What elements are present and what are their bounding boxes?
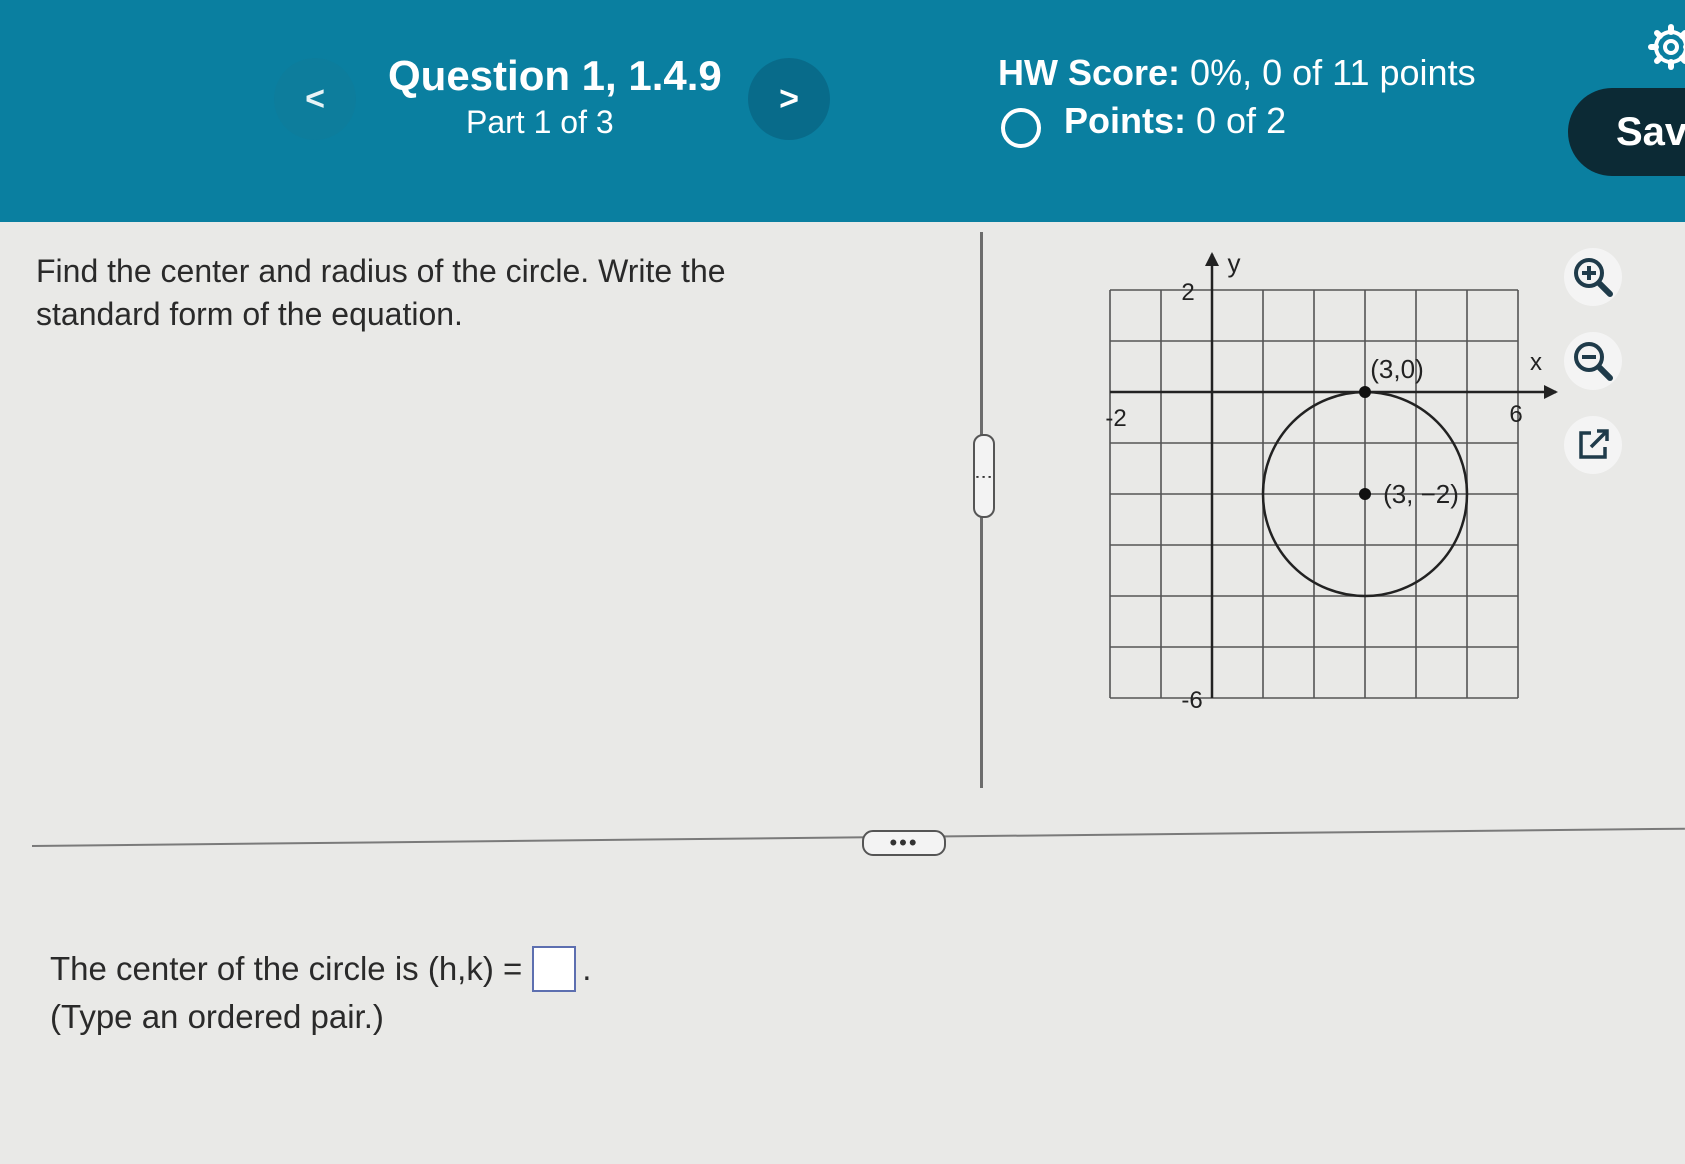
tick-label-y-2: 2 [1181, 279, 1194, 306]
horizontal-resize-handle[interactable]: ••• [862, 830, 946, 856]
hw-score-value: 0%, 0 of 11 points [1190, 52, 1476, 93]
circle-icon [1001, 108, 1041, 148]
point-center-marker [1359, 488, 1371, 500]
zoom-in-button[interactable] [1564, 248, 1622, 306]
question-title: Question 1, 1.4.9 [388, 52, 722, 99]
part-indicator: Part 1 of 3 [466, 104, 614, 140]
previous-question-button[interactable]: < [274, 58, 356, 140]
center-answer-input[interactable] [532, 946, 577, 992]
chevron-left-icon: < [305, 79, 325, 118]
save-button[interactable]: Sav [1568, 88, 1685, 176]
popout-button[interactable] [1564, 416, 1622, 474]
zoom-out-button[interactable] [1564, 332, 1622, 390]
gear-icon[interactable] [1648, 24, 1685, 70]
question-prompt: Find the center and radius of the circle… [36, 253, 726, 332]
points-value: 0 of 2 [1196, 100, 1287, 141]
question-points: Points: 0 of 2 [1064, 100, 1286, 142]
zoom-out-icon [1574, 342, 1613, 381]
horizontal-divider [31, 827, 1685, 847]
answer-hint: (Type an ordered pair.) [50, 998, 384, 1035]
zoom-in-icon [1574, 258, 1613, 297]
next-question-button[interactable]: > [748, 58, 830, 140]
point-top-label: (3,0) [1370, 354, 1423, 384]
x-axis-label: x [1530, 349, 1542, 376]
points-label: Points: [1064, 100, 1186, 141]
point-center-label: (3, −2) [1383, 479, 1459, 509]
chevron-right-icon: > [779, 79, 799, 118]
answer-period: . [582, 950, 592, 987]
tick-label-x-neg2: -2 [1105, 405, 1126, 432]
point-top-marker [1359, 386, 1371, 398]
tick-label-x-6: 6 [1509, 401, 1522, 428]
external-link-icon [1579, 429, 1609, 459]
answer-line: The center of the circle is (h,k) = . [50, 946, 591, 992]
vertical-resize-handle[interactable]: ⋮ [973, 434, 995, 518]
tick-label-y-neg6: -6 [1181, 687, 1202, 714]
x-axis-arrow [1544, 385, 1558, 399]
hw-score: HW Score: 0%, 0 of 11 points [998, 52, 1476, 94]
drag-dots-icon: ⋮ [974, 468, 994, 484]
circle-graph: y x 2 -2 6 -6 (3,0) (3, −2) [1105, 250, 1558, 714]
answer-prompt: The center of the circle is (h,k) = [50, 950, 523, 987]
y-axis-label: y [1228, 250, 1241, 278]
top-bar: < Question 1, 1.4.9 Part 1 of 3 > HW Sco… [0, 0, 1685, 222]
y-axis-arrow [1205, 252, 1219, 266]
hw-score-label: HW Score: [998, 52, 1181, 93]
